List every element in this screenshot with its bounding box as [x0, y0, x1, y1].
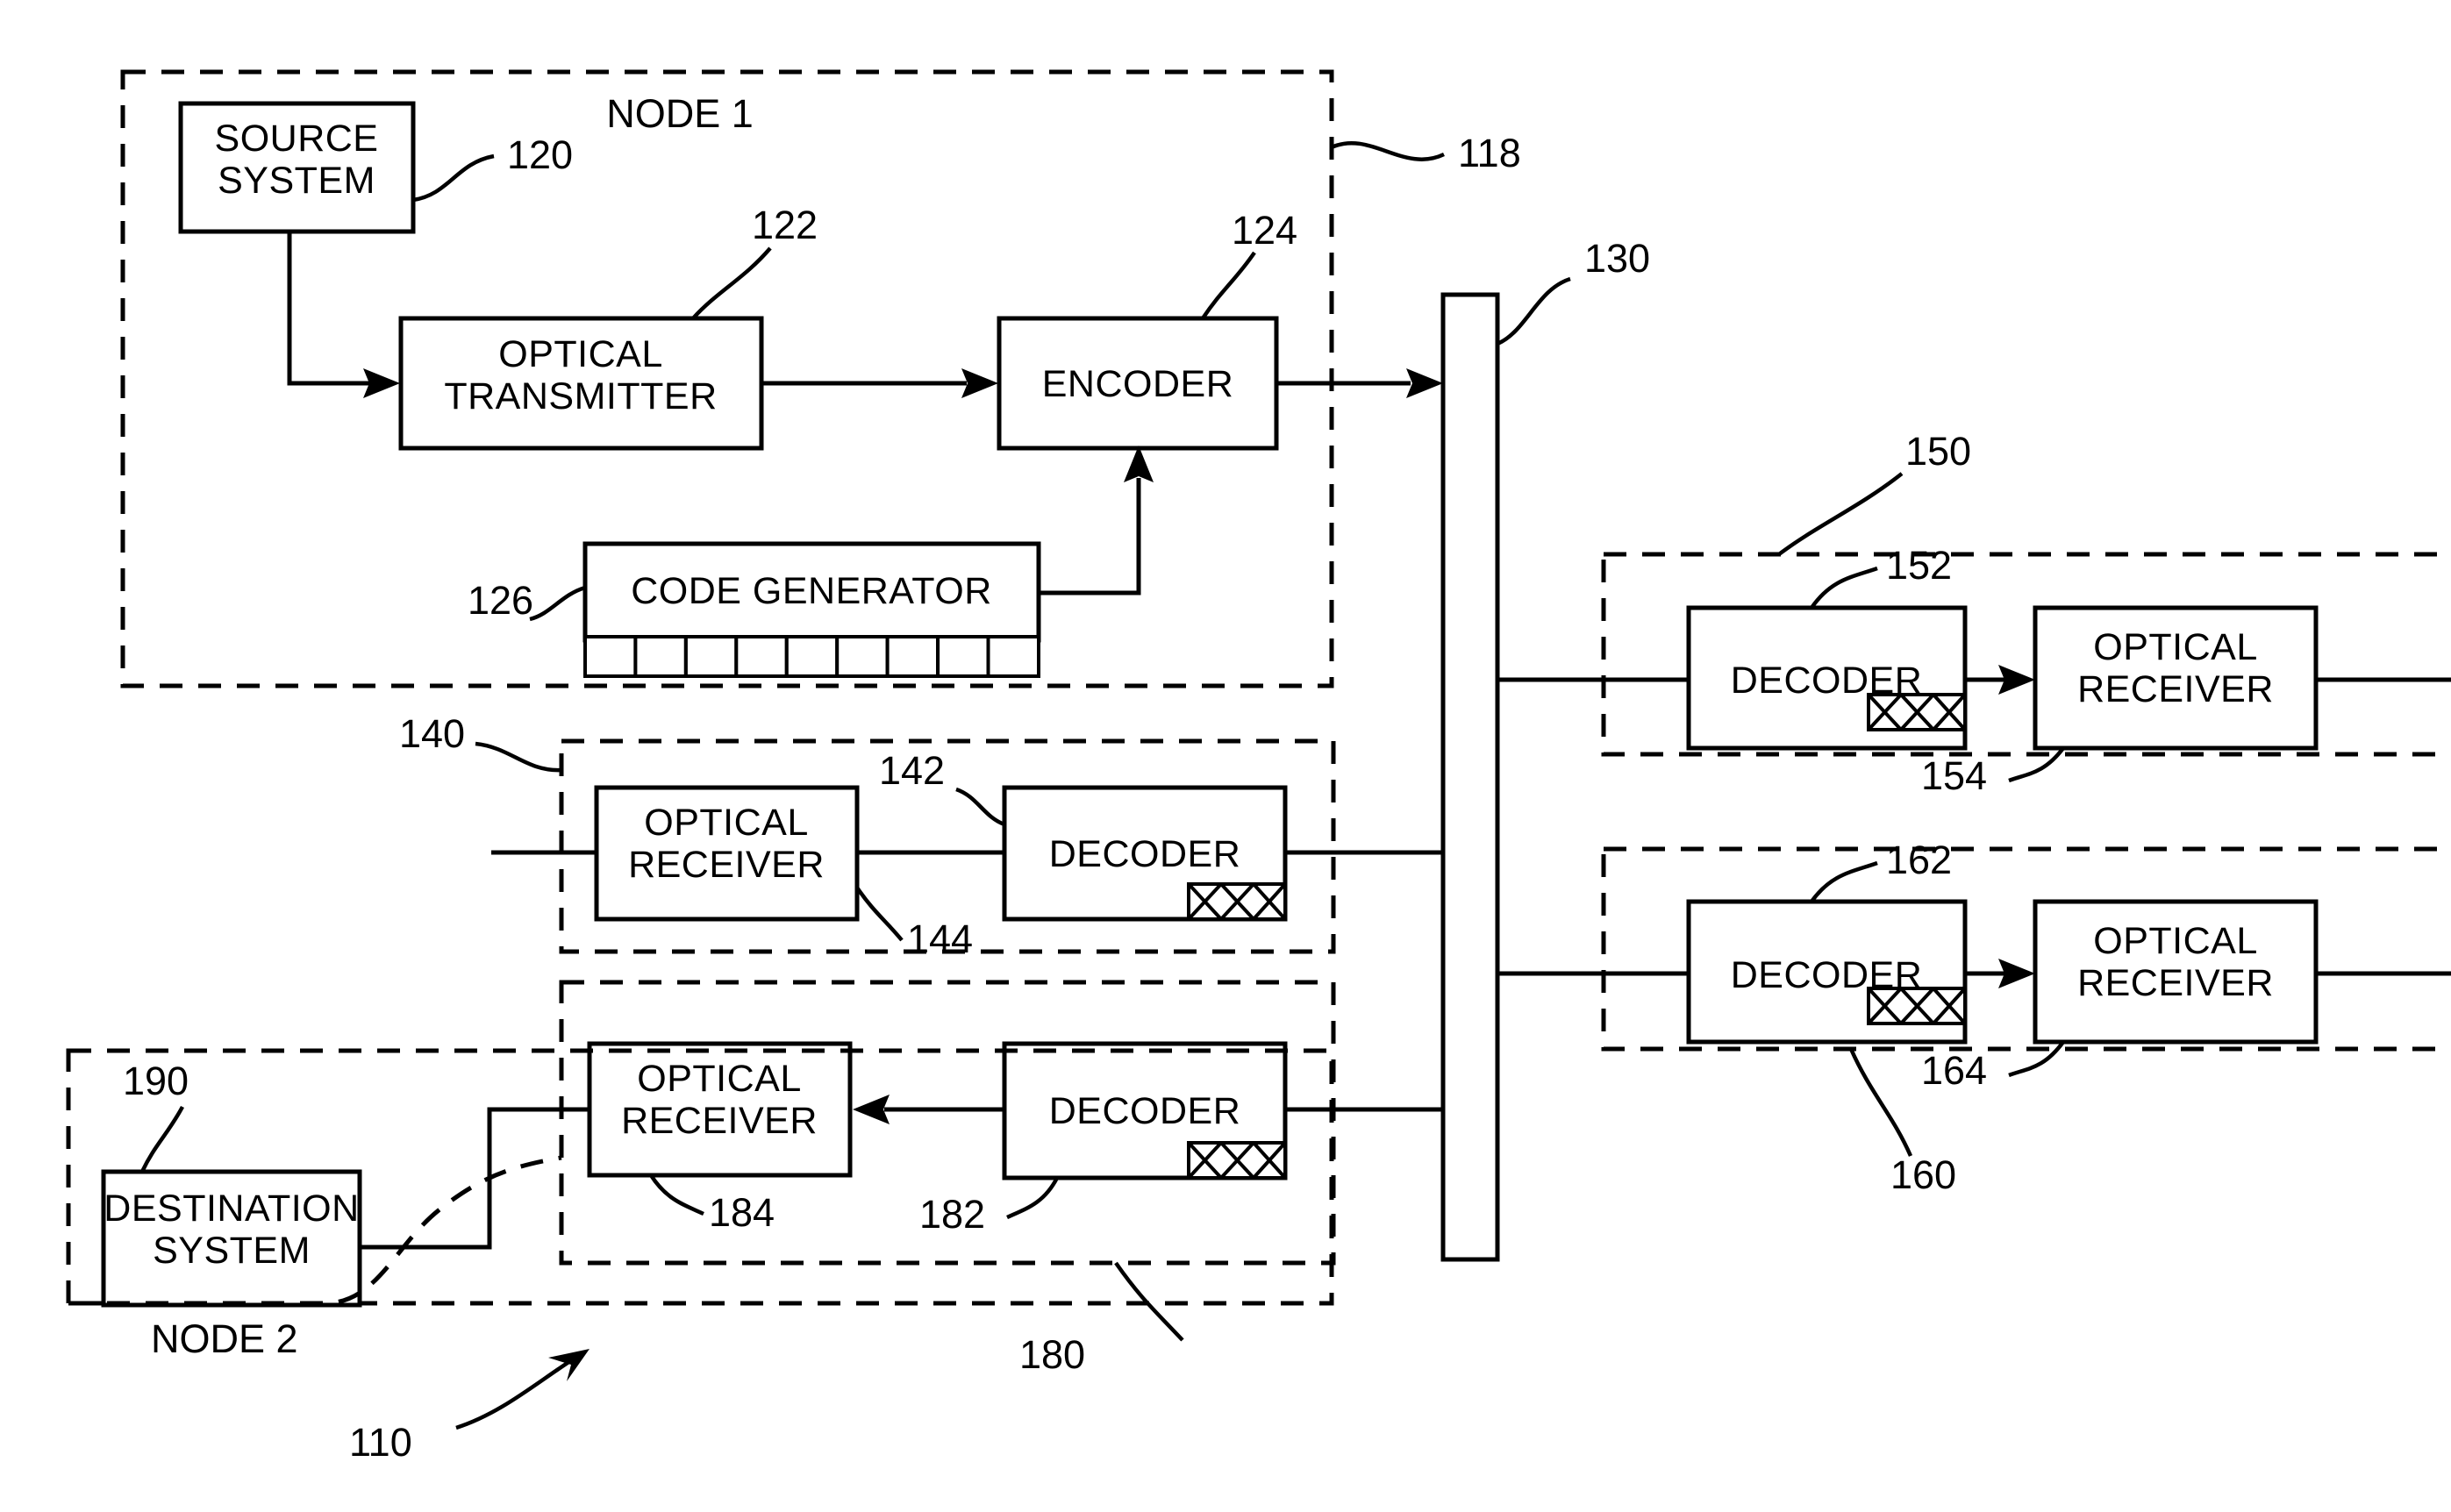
arrowhead-decoder182-to-receiver184: [853, 1095, 890, 1124]
optical-transmitter-label-line2: TRANSMITTER: [444, 375, 717, 417]
decoder-182-label: DECODER: [1049, 1090, 1241, 1132]
optical-receiver-164-label-line2: RECEIVER: [2077, 962, 2274, 1004]
ref-144-leader: [855, 886, 904, 942]
ref-130: 130: [1584, 236, 1650, 281]
arrowhead-encoder-to-medium: [1406, 368, 1443, 398]
code-generator-label: CODE GENERATOR: [631, 570, 992, 612]
ref-164: 164: [1921, 1048, 1987, 1093]
transmission-medium-bar[interactable]: [1440, 292, 1500, 1262]
ref-142-leader: [955, 787, 1005, 827]
optical-receiver-184-label-line2: RECEIVER: [621, 1100, 818, 1142]
ref-160: 160: [1890, 1152, 1956, 1197]
arrowhead-transmitter-to-encoder: [961, 368, 998, 398]
ref-182: 182: [919, 1192, 985, 1237]
source-system-label-line2: SYSTEM: [218, 160, 375, 202]
source-system-label-line1: SOURCE: [215, 118, 379, 160]
ref-162-leader: [1810, 860, 1878, 903]
ref-162: 162: [1886, 838, 1952, 882]
ref-152-leader: [1810, 566, 1878, 610]
ref-110: 110: [349, 1420, 412, 1465]
decoder-162-hatch-icon: [1867, 987, 1967, 1025]
decoder-142-hatch-icon: [1187, 882, 1287, 921]
optical-transmitter-label-line1: OPTICAL: [498, 333, 663, 375]
figure-canvas: NODE 1 118 SOURCE SYSTEM 120 OPTICAL TRA…: [0, 0, 2451, 1512]
ref-150-leader: [1777, 472, 1904, 556]
ref-184: 184: [709, 1190, 775, 1235]
ref-126-leader: [529, 585, 586, 622]
ref-190-leader: [139, 1105, 184, 1173]
node1-title: NODE 1: [606, 91, 754, 136]
wire-source-to-transmitter: [287, 232, 369, 386]
destination-system-label-line2: SYSTEM: [153, 1230, 311, 1272]
ref-120-leader: [412, 153, 495, 203]
ref-140: 140: [399, 711, 465, 756]
ref-154: 154: [1921, 753, 1987, 798]
node2-title: NODE 2: [151, 1316, 298, 1361]
ref-140-leader: [475, 741, 562, 773]
ref-124: 124: [1232, 208, 1297, 253]
encoder-label: ENCODER: [1042, 363, 1234, 405]
ref-180: 180: [1019, 1332, 1085, 1377]
ref-142: 142: [879, 748, 945, 793]
ref-144: 144: [907, 916, 973, 961]
ref-130-leader: [1497, 276, 1571, 346]
decoder-142-label: DECODER: [1049, 833, 1241, 875]
decoder-152-hatch-icon: [1867, 693, 1967, 731]
ref-152: 152: [1886, 543, 1952, 588]
wire-destination-to-receiver184: [360, 1107, 590, 1250]
ref-190: 190: [123, 1059, 189, 1103]
arrowhead-ref-110: [548, 1349, 590, 1381]
optical-receiver-184-label-line1: OPTICAL: [637, 1058, 802, 1100]
ref-120: 120: [507, 132, 573, 177]
ref-124-leader: [1201, 251, 1256, 320]
code-generator-register: [583, 635, 1040, 678]
ref-150: 150: [1905, 429, 1971, 474]
destination-system-label-line1: DESTINATION: [104, 1187, 359, 1230]
ref-118: 118: [1458, 131, 1521, 175]
ref-126: 126: [468, 578, 533, 623]
ref-160-leader: [1848, 1048, 1913, 1157]
ref-110-arrow-leader: [455, 1359, 572, 1430]
ref-182-leader: [1006, 1176, 1059, 1220]
ref-184-leader: [649, 1173, 704, 1216]
ref-122-leader: [691, 246, 772, 320]
arrowhead-codegen-to-encoder: [1124, 446, 1154, 482]
ref-118-leader: [1331, 140, 1445, 161]
optical-receiver-144-label-line2: RECEIVER: [628, 844, 825, 886]
optical-receiver-154-label-line2: RECEIVER: [2077, 668, 2274, 710]
optical-receiver-164-label-line1: OPTICAL: [2093, 920, 2258, 962]
optical-receiver-144-label-line1: OPTICAL: [644, 802, 809, 844]
ref-122: 122: [752, 203, 818, 247]
optical-receiver-154-label-line1: OPTICAL: [2093, 626, 2258, 668]
decoder-182-hatch-icon: [1187, 1141, 1287, 1180]
wire-codegen-to-encoder: [1039, 478, 1141, 596]
